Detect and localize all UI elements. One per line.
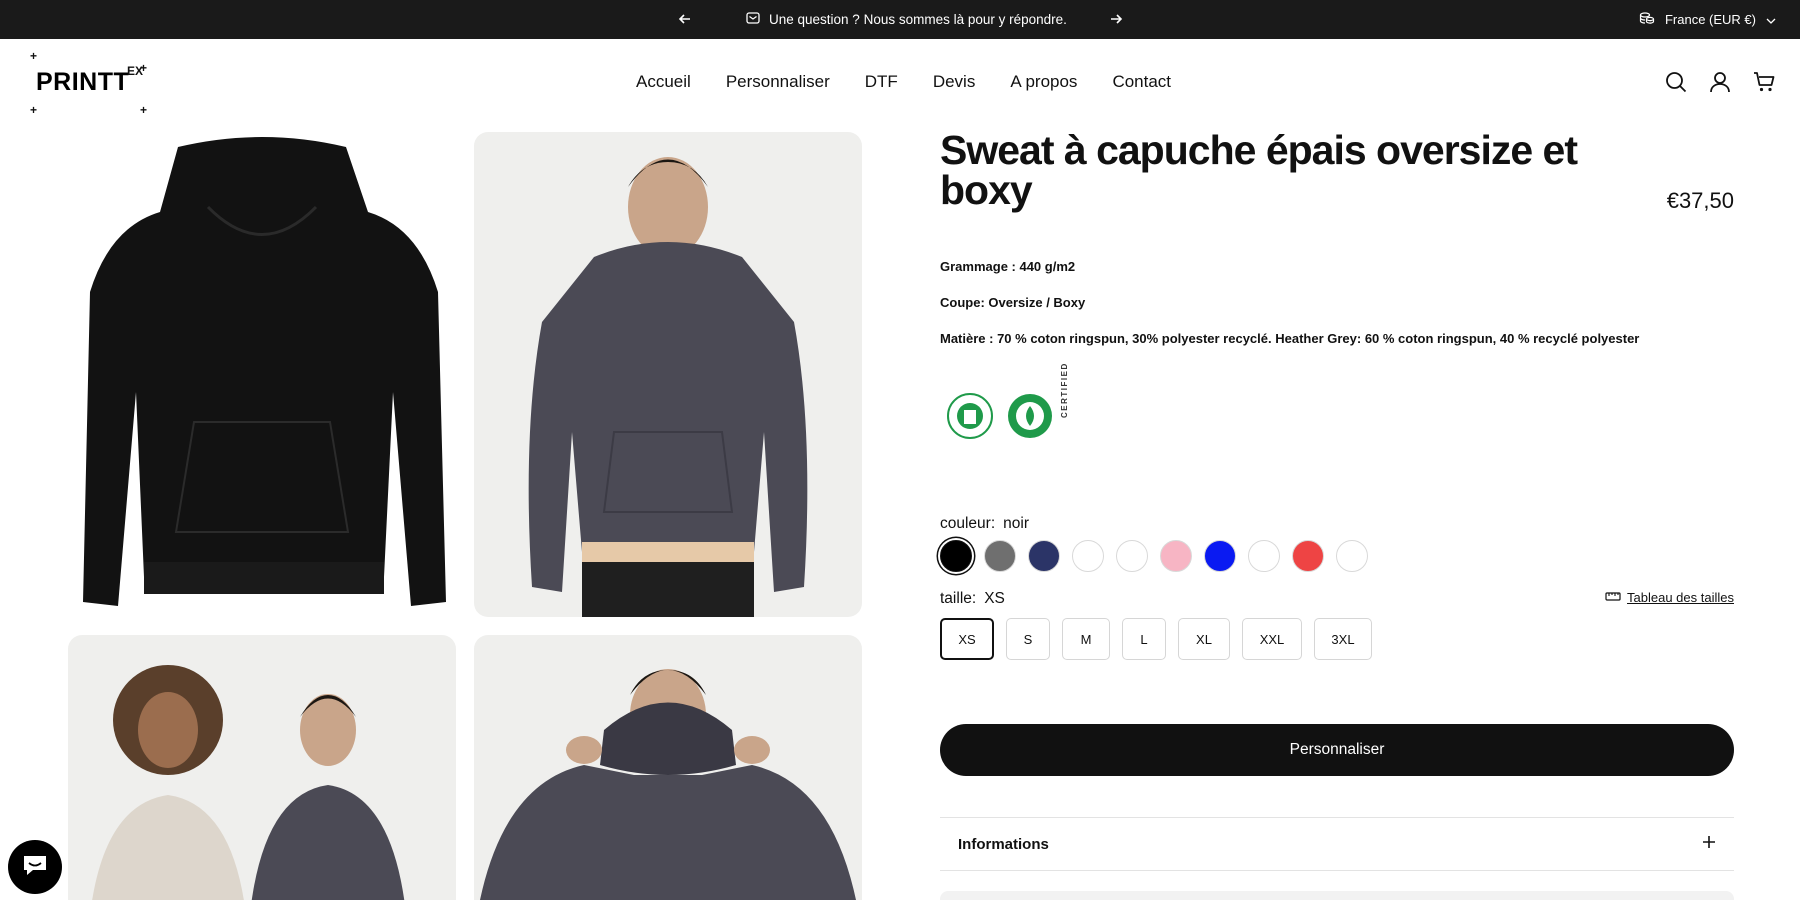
main-nav: Accueil Personnaliser DTF Devis A propos… xyxy=(636,39,1171,125)
hoodie-flat-illustration xyxy=(83,137,446,606)
size-selector: XS S M L XL XXL 3XL xyxy=(940,618,1372,660)
color-swatch[interactable] xyxy=(1248,540,1280,572)
size-label: taille: xyxy=(940,590,977,607)
previous-announcement-arrow-icon[interactable] xyxy=(673,7,697,31)
size-option-l[interactable]: L xyxy=(1122,618,1166,660)
logo-plus-mark: + xyxy=(140,103,148,117)
spec-grammage: Grammage : 440 g/m2 xyxy=(940,259,1076,274)
search-icon[interactable] xyxy=(1664,70,1688,94)
announcement-bar: Une question ? Nous sommes là pour y rép… xyxy=(0,0,1800,39)
product-title: Sweat à capuche épais oversize et boxy xyxy=(940,127,1578,213)
color-swatch[interactable] xyxy=(1116,540,1148,572)
plus-icon xyxy=(1702,835,1716,853)
color-swatch[interactable] xyxy=(1204,540,1236,572)
chat-widget-button[interactable] xyxy=(8,840,62,894)
color-swatch[interactable] xyxy=(1160,540,1192,572)
color-swatch[interactable] xyxy=(1336,540,1368,572)
size-option-m[interactable]: M xyxy=(1062,618,1110,660)
site-header: + + + + PRINTT EX Accueil Personnaliser … xyxy=(0,39,1800,125)
product-image-flat[interactable] xyxy=(68,132,456,617)
color-selected-value: noir xyxy=(1003,515,1030,532)
product-image-models-duo[interactable] xyxy=(68,635,456,900)
size-option-label: taille: XS xyxy=(940,590,1005,608)
nav-personnaliser[interactable]: Personnaliser xyxy=(726,72,830,92)
size-guide-link[interactable]: Tableau des tailles xyxy=(1605,590,1734,605)
size-option-3xl[interactable]: 3XL xyxy=(1314,618,1372,660)
nav-a-propos[interactable]: A propos xyxy=(1010,72,1077,92)
size-option-xl[interactable]: XL xyxy=(1178,618,1230,660)
nav-devis[interactable]: Devis xyxy=(933,72,976,92)
size-guide-text: Tableau des tailles xyxy=(1627,590,1734,605)
color-label: couleur: xyxy=(940,515,996,532)
currency-icon xyxy=(1639,11,1655,28)
informations-accordion[interactable]: Informations xyxy=(940,817,1734,871)
product-image-model-front[interactable] xyxy=(474,132,862,617)
mail-icon xyxy=(746,12,760,27)
personalize-button[interactable]: Personnaliser xyxy=(940,724,1734,776)
announcement-message: Une question ? Nous sommes là pour y rép… xyxy=(746,0,1067,39)
certification-badges: CERTIFIED xyxy=(940,362,1080,448)
size-option-xxl[interactable]: XXL xyxy=(1242,618,1302,660)
account-icon[interactable] xyxy=(1708,70,1732,94)
spec-coupe: Coupe: Oversize / Boxy xyxy=(940,295,1086,310)
cert-label: CERTIFIED xyxy=(1060,362,1069,418)
spec-matiere: Matière : 70 % coton ringspun, 30% polye… xyxy=(940,331,1640,346)
logo-plus-mark: + xyxy=(30,103,38,117)
models-duo-illustration xyxy=(92,665,405,900)
product-price: €37,50 xyxy=(1666,188,1734,213)
organic-cert-icons xyxy=(947,393,1052,439)
size-option-s[interactable]: S xyxy=(1006,618,1050,660)
product-image-model-hood[interactable] xyxy=(474,635,862,900)
color-option-label: couleur: noir xyxy=(940,515,1029,533)
announcement-text: Une question ? Nous sommes là pour y rép… xyxy=(769,12,1067,27)
logo-plus-mark: + xyxy=(30,49,38,63)
chat-icon xyxy=(21,852,49,883)
color-swatch[interactable] xyxy=(1028,540,1060,572)
locale-selector[interactable]: France (EUR €) xyxy=(1639,0,1776,39)
color-swatch-noir[interactable] xyxy=(940,540,972,572)
cart-icon[interactable] xyxy=(1752,70,1776,94)
size-option-xs[interactable]: XS xyxy=(940,618,994,660)
locale-label: France (EUR €) xyxy=(1664,12,1756,27)
next-announcement-arrow-icon[interactable] xyxy=(1104,7,1128,31)
informations-title: Informations xyxy=(958,835,1049,853)
logo-wordmark: PRINTT xyxy=(36,68,130,96)
nav-accueil[interactable]: Accueil xyxy=(636,72,691,92)
color-swatch[interactable] xyxy=(1072,540,1104,572)
nav-dtf[interactable]: DTF xyxy=(865,72,898,92)
model-hood-illustration xyxy=(480,669,856,900)
site-logo[interactable]: + + + + PRINTT EX xyxy=(28,49,154,117)
ruler-icon xyxy=(1605,590,1621,605)
next-accordion-panel xyxy=(940,891,1734,900)
header-icons xyxy=(1664,39,1776,125)
color-swatch[interactable] xyxy=(984,540,1016,572)
model-front-illustration xyxy=(528,157,808,617)
size-selected-value: XS xyxy=(984,590,1005,607)
logo-suffix: EX xyxy=(127,64,144,78)
nav-contact[interactable]: Contact xyxy=(1112,72,1171,92)
color-swatch[interactable] xyxy=(1292,540,1324,572)
chevron-down-icon xyxy=(1766,12,1776,27)
color-swatches xyxy=(940,540,1368,572)
